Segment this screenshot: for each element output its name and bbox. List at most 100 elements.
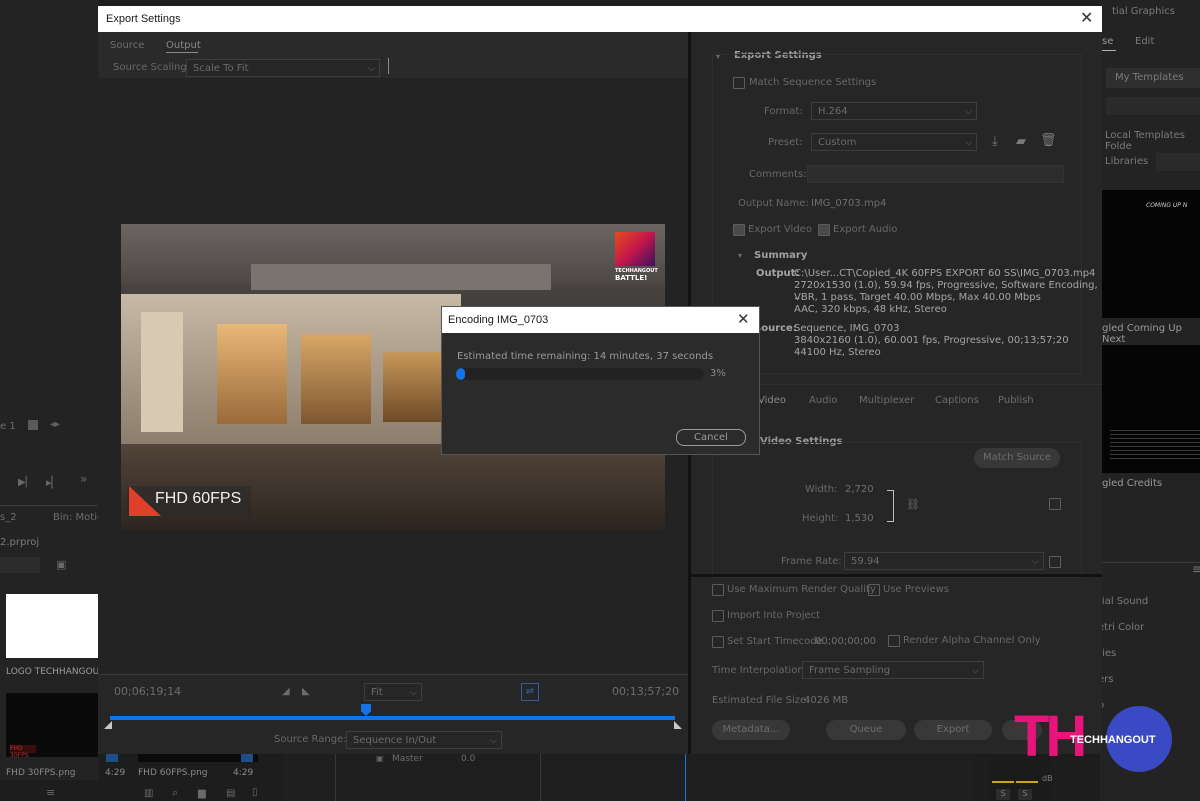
step-forward-icon[interactable]: ▸▏ — [46, 476, 60, 489]
use-previews-checkbox[interactable] — [868, 584, 880, 596]
metadata-button[interactable]: Metadata... — [712, 720, 790, 740]
libraries-item[interactable]: Libraries — [1105, 156, 1148, 167]
match-source-button[interactable]: Match Source — [974, 448, 1060, 468]
import-preset-icon[interactable]: ▰ — [1016, 134, 1026, 149]
comments-input[interactable] — [807, 165, 1064, 183]
fit-dropdown[interactable]: Fit ⌵ — [364, 683, 422, 701]
list-view-icon[interactable]: ≡ — [46, 786, 55, 799]
format-dropdown[interactable]: H.264 ⌵ — [811, 102, 977, 120]
frame-rate-dropdown[interactable]: 59.94 ⌵ — [844, 552, 1044, 570]
panel-item-color[interactable]: etri Color — [1098, 622, 1144, 633]
range-bar[interactable] — [110, 716, 675, 720]
tab-audio[interactable]: Audio — [809, 395, 837, 406]
bin-toolbar — [0, 780, 280, 801]
height-value[interactable]: 1,530 — [845, 513, 874, 524]
encoding-cancel-button[interactable]: Cancel — [676, 429, 746, 446]
max-render-checkbox[interactable] — [712, 584, 724, 596]
mark-in-icon[interactable]: ◢ — [282, 686, 290, 697]
tab-publish[interactable]: Publish — [998, 395, 1034, 406]
summary-collapse-icon[interactable]: ▾ — [738, 251, 742, 260]
export-audio-checkbox[interactable] — [818, 224, 830, 236]
step-icon[interactable]: ◂▸ — [50, 419, 60, 430]
template-thumb-coming-up[interactable] — [1102, 190, 1200, 318]
clip2-duration: 4:29 — [233, 768, 254, 778]
search-icon[interactable]: ⌕ — [172, 786, 178, 800]
local-templates-item[interactable]: Local Templates Folde — [1105, 130, 1200, 152]
render-alpha-checkbox[interactable] — [888, 635, 900, 647]
preset-value: Custom — [818, 137, 857, 148]
libraries-dropdown[interactable] — [1156, 153, 1200, 171]
new-bin-icon[interactable]: ▥ — [144, 788, 153, 799]
export-video-label: Export Video — [748, 224, 812, 235]
meter-solo-left[interactable]: S — [996, 789, 1010, 800]
frame-rate-label: Frame Rate: — [781, 556, 842, 567]
width-value[interactable]: 2,720 — [845, 484, 874, 495]
trash-icon[interactable]: ▯ — [252, 787, 258, 798]
clip1-icon — [106, 754, 118, 762]
play-icon[interactable]: ▶▏ — [18, 477, 33, 488]
start-timecode-value[interactable]: 00;00;00;00 — [815, 636, 876, 647]
clip2-icon — [241, 754, 253, 762]
logo-thumbnail[interactable] — [6, 594, 98, 658]
search-input[interactable] — [0, 557, 40, 573]
save-preset-icon[interactable]: ⤓ — [992, 134, 998, 149]
export-button[interactable]: Export — [914, 720, 992, 740]
range-start-handle[interactable] — [104, 721, 112, 729]
height-label: Height: — [802, 513, 839, 524]
source-scaling-dropdown[interactable]: Scale To Fit ⌵ — [186, 59, 380, 77]
right-tab-edit[interactable]: Edit — [1135, 36, 1154, 47]
settings-icon[interactable]: ⇌ — [521, 683, 539, 701]
tab-multiplexer[interactable]: Multiplexer — [859, 395, 914, 406]
folder-new-icon[interactable]: ▆ — [198, 788, 206, 799]
clip1-badge: FHD 30FPS — [10, 745, 36, 759]
marker-icon[interactable] — [28, 420, 38, 430]
template-search[interactable] — [1106, 97, 1200, 115]
panel-item-sound[interactable]: tial Sound — [1098, 596, 1148, 607]
format-value: H.264 — [818, 106, 848, 117]
delete-preset-icon[interactable]: 🗑 — [1040, 133, 1057, 148]
preset-dropdown[interactable]: Custom ⌵ — [811, 133, 977, 151]
frame-rate-checkbox[interactable] — [1049, 556, 1061, 568]
tab-source[interactable]: Source — [110, 40, 144, 51]
clip2-label: FHD 60FPS.png — [138, 768, 208, 778]
use-previews-label: Use Previews — [883, 584, 949, 595]
new-item-icon[interactable]: ▤ — [226, 788, 235, 799]
summary-source-label: Source: — [754, 323, 797, 334]
import-project-checkbox[interactable] — [712, 610, 724, 622]
source-scaling-value: Scale To Fit — [193, 63, 249, 74]
output-name-value[interactable]: IMG_0703.mp4 — [811, 198, 886, 209]
meter-solo-right[interactable]: S — [1018, 789, 1032, 800]
encoding-progress-fill — [456, 368, 465, 380]
close-icon[interactable]: ✕ — [1080, 8, 1093, 27]
master-lock-icon[interactable]: ▣ — [376, 754, 384, 763]
export-video-checkbox[interactable] — [733, 224, 745, 236]
queue-button[interactable]: Queue — [826, 720, 906, 740]
width-checkbox[interactable] — [1049, 498, 1061, 510]
timeline-strip — [284, 754, 974, 801]
master-label: Master — [392, 754, 423, 764]
tab-output[interactable]: Output — [166, 40, 201, 51]
tab-video[interactable]: Video — [758, 395, 786, 406]
range-end-handle[interactable] — [674, 721, 682, 729]
chevron-down-icon: ⌵ — [972, 666, 979, 676]
start-timecode-checkbox[interactable] — [712, 636, 724, 648]
more-icon[interactable]: » — [80, 472, 87, 486]
time-interp-dropdown[interactable]: Frame Sampling ⌵ — [802, 661, 984, 679]
tab-captions[interactable]: Captions — [935, 395, 979, 406]
panel-menu-icon[interactable]: ≡ — [1192, 562, 1200, 576]
folder-icon[interactable]: ▣ — [56, 558, 66, 571]
chevron-down-icon: ⌵ — [490, 736, 497, 746]
match-sequence-checkbox[interactable] — [733, 77, 745, 89]
summary-output-line-1: C:\User...CT\Copied_4K 60FPS EXPORT 60 S… — [794, 268, 1096, 279]
left-panel-bg — [0, 0, 98, 801]
timecode-current[interactable]: 00;06;19;14 — [114, 685, 181, 698]
mark-out-icon[interactable]: ◣ — [302, 686, 310, 697]
summary-output-line-4: AAC, 320 kbps, 48 kHz, Stereo — [794, 304, 947, 315]
encoding-close-icon[interactable]: ✕ — [737, 310, 750, 328]
export-audio-label: Export Audio — [833, 224, 898, 235]
chain-link-icon[interactable]: ⛓ — [906, 498, 920, 511]
clip2-thumbnail[interactable] — [138, 754, 258, 762]
source-range-dropdown[interactable]: Sequence In/Out ⌵ — [346, 731, 502, 749]
right-tab-browse[interactable]: se — [1102, 36, 1113, 47]
bin-tab[interactable]: s_2 — [0, 512, 17, 523]
